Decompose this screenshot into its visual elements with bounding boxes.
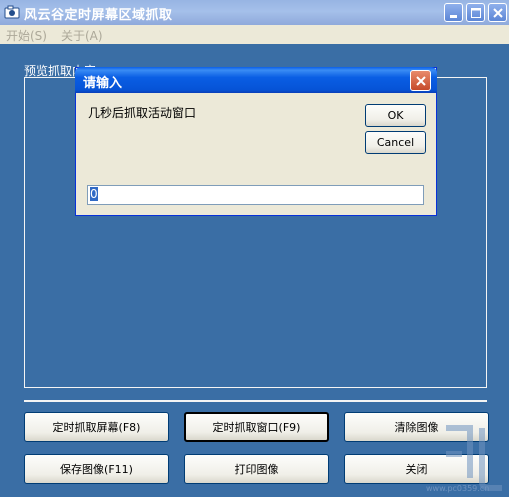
maximize-icon (471, 8, 481, 18)
input-dialog: 请输入 几秒后抓取活动窗口 OK Cancel 0 (75, 67, 437, 216)
close-icon (493, 8, 503, 18)
dialog-close-button[interactable] (410, 70, 431, 91)
close-window-button[interactable] (488, 3, 507, 22)
dialog-title: 请输入 (83, 76, 123, 91)
camera-icon (4, 5, 20, 19)
capture-window-button[interactable]: 定时抓取窗口(F9) (184, 412, 329, 442)
menu-about[interactable]: 关于(A) (61, 27, 103, 44)
minimize-icon (450, 15, 457, 18)
watermark-text: www.pc0359.cn (426, 484, 490, 493)
watermark-logo (446, 425, 502, 491)
capture-screen-button[interactable]: 定时抓取屏幕(F8) (24, 412, 169, 442)
cancel-button[interactable]: Cancel (365, 131, 426, 154)
maximize-button[interactable] (466, 3, 485, 22)
window-title: 风云谷定时屏幕区域抓取 (24, 8, 173, 23)
save-image-button[interactable]: 保存图像(F11) (24, 454, 169, 484)
dialog-prompt: 几秒后抓取活动窗口 (88, 106, 197, 120)
seconds-input-value: 0 (90, 187, 98, 201)
main-window: 风云谷定时屏幕区域抓取 开始(S) 关于(A) 预览抓取内容： 定时抓取屏幕(F… (0, 0, 509, 497)
menu-start[interactable]: 开始(S) (6, 27, 47, 44)
divider (24, 400, 487, 402)
print-image-button[interactable]: 打印图像 (184, 454, 329, 484)
close-icon (416, 76, 426, 86)
seconds-input[interactable]: 0 (87, 185, 424, 205)
dialog-title-bar[interactable]: 请输入 (75, 67, 437, 93)
title-bar[interactable]: 风云谷定时屏幕区域抓取 (0, 0, 509, 25)
minimize-button[interactable] (444, 3, 463, 22)
ok-button[interactable]: OK (365, 104, 426, 127)
menu-bar: 开始(S) 关于(A) (0, 25, 509, 44)
